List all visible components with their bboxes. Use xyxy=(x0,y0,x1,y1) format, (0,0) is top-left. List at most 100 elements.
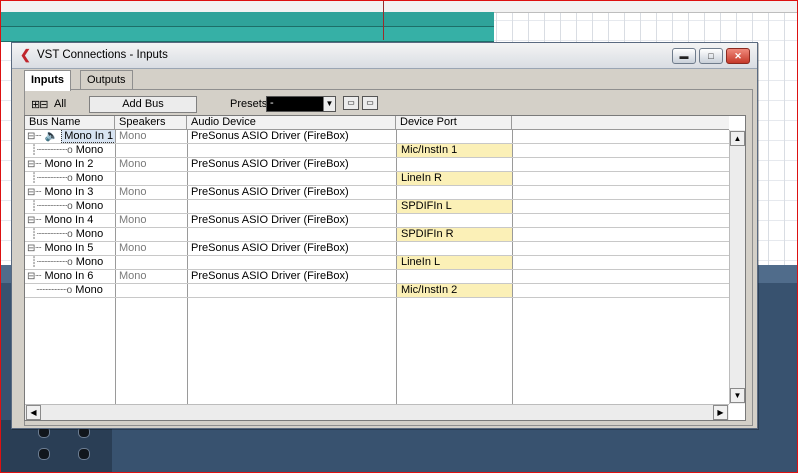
bus-name-cell[interactable]: ⊟┈ 🔈 Mono In 1 xyxy=(25,130,115,143)
table-row[interactable]: ┊┈┈┈┈┈o Mono LineIn L xyxy=(25,256,729,270)
speakers-cell[interactable]: Mono xyxy=(115,214,187,227)
collapse-icon[interactable]: ⊟┈ xyxy=(27,243,41,254)
bus-name-cell[interactable]: ⊟┈ Mono In 4 xyxy=(25,214,115,227)
speakers-cell[interactable]: Mono xyxy=(115,242,187,255)
vertical-scrollbar[interactable]: ▲ ▼ xyxy=(729,130,745,404)
bus-name[interactable]: Mono In 6 xyxy=(44,270,93,282)
add-bus-button[interactable]: Add Bus xyxy=(89,96,197,113)
table-row[interactable]: ⊟┈ Mono In 3 Mono PreSonus ASIO Driver (… xyxy=(25,186,729,200)
table-row[interactable]: ┈┈┈┈┈o Mono Mic/InstIn 2 xyxy=(25,284,729,298)
tab-outputs[interactable]: Outputs xyxy=(80,70,133,89)
device-port-cell[interactable]: SPDIFIn R xyxy=(397,228,512,241)
collapse-icon[interactable]: ⊟┈ xyxy=(27,187,41,198)
channel-cell: ┊┈┈┈┈┈o Mono xyxy=(25,144,115,157)
bus-name[interactable]: Mono In 2 xyxy=(44,158,93,170)
collapse-icon[interactable]: ⊟┈ xyxy=(27,159,41,170)
audio-device-cell[interactable]: PreSonus ASIO Driver (FireBox) xyxy=(187,130,396,143)
header-bus-name[interactable]: Bus Name xyxy=(25,116,115,129)
tree-branch: ┊┈┈┈┈┈o xyxy=(31,257,73,268)
presets-select[interactable]: - ▼ xyxy=(266,96,336,112)
table-row[interactable]: ⊟┈ Mono In 6 Mono PreSonus ASIO Driver (… xyxy=(25,270,729,284)
audio-device-cell[interactable]: PreSonus ASIO Driver (FireBox) xyxy=(187,158,396,171)
device-port-cell[interactable]: Mic/InstIn 2 xyxy=(397,284,512,297)
tree-branch: ┊┈┈┈┈┈o xyxy=(31,173,73,184)
window-title: VST Connections - Inputs xyxy=(37,49,168,61)
device-port-cell[interactable]: LineIn L xyxy=(397,256,512,269)
app-logo-icon: ❮ xyxy=(20,47,31,62)
bus-name[interactable]: Mono In 4 xyxy=(44,214,93,226)
table-row[interactable]: ⊟┈ Mono In 5 Mono PreSonus ASIO Driver (… xyxy=(25,242,729,256)
presets-value: - xyxy=(270,97,274,109)
channel-label: Mono xyxy=(75,200,104,212)
device-port-cell[interactable]: SPDIFIn L xyxy=(397,200,512,213)
channel-label: Mono xyxy=(75,228,104,240)
maximize-button[interactable]: □ xyxy=(699,48,723,64)
collapse-icon[interactable]: ⊟┈ xyxy=(27,215,41,226)
speakers-cell[interactable]: Mono xyxy=(115,186,187,199)
bus-name-cell[interactable]: ⊟┈ Mono In 3 xyxy=(25,186,115,199)
device-port-cell[interactable]: LineIn R xyxy=(397,172,512,185)
scroll-right-icon[interactable]: ▶ xyxy=(713,405,728,420)
header-speakers[interactable]: Speakers xyxy=(115,116,187,129)
bus-name[interactable]: Mono In 5 xyxy=(44,242,93,254)
channel-cell: ┊┈┈┈┈┈o Mono xyxy=(25,256,115,269)
preset-save-icon[interactable]: ▭ xyxy=(343,96,359,110)
table-row[interactable]: ┊┈┈┈┈┈o Mono SPDIFIn L xyxy=(25,200,729,214)
tab-inputs[interactable]: Inputs xyxy=(24,70,71,91)
channel-label: Mono xyxy=(75,256,104,268)
audio-device-cell[interactable]: PreSonus ASIO Driver (FireBox) xyxy=(187,186,396,199)
table-row[interactable]: ⊟┈ Mono In 2 Mono PreSonus ASIO Driver (… xyxy=(25,158,729,172)
scroll-down-icon[interactable]: ▼ xyxy=(730,388,745,403)
table-row[interactable]: ⊟┈ 🔈 Mono In 1 Mono PreSonus ASIO Driver… xyxy=(25,130,729,144)
scroll-left-icon[interactable]: ◀ xyxy=(26,405,41,420)
device-port-cell[interactable]: Mic/InstIn 1 xyxy=(397,144,512,157)
bus-name[interactable]: Mono In 3 xyxy=(44,186,93,198)
audio-device-cell[interactable]: PreSonus ASIO Driver (FireBox) xyxy=(187,270,396,283)
channel-cell: ┈┈┈┈┈o Mono xyxy=(25,284,115,297)
table-row[interactable]: ⊟┈ Mono In 4 Mono PreSonus ASIO Driver (… xyxy=(25,214,729,228)
mixer-knob-icon[interactable] xyxy=(38,448,50,460)
expand-all-icon[interactable]: ⊞⊟ xyxy=(31,98,48,111)
speaker-icon: 🔈 xyxy=(44,130,59,142)
header-device-port[interactable]: Device Port xyxy=(396,116,512,129)
scroll-up-icon[interactable]: ▲ xyxy=(730,131,745,146)
bus-name[interactable]: Mono In 1 xyxy=(61,130,115,143)
toolbar: ⊞⊟ All Add Bus Presets - ▼ ▭ ▭ xyxy=(31,96,751,114)
speakers-cell[interactable]: Mono xyxy=(115,158,187,171)
table-header: Bus Name Speakers Audio Device Device Po… xyxy=(25,116,729,130)
mixer-knob-icon[interactable] xyxy=(78,448,90,460)
table-row[interactable]: ┊┈┈┈┈┈o Mono SPDIFIn R xyxy=(25,228,729,242)
audio-device-cell[interactable]: PreSonus ASIO Driver (FireBox) xyxy=(187,214,396,227)
connections-table: Bus Name Speakers Audio Device Device Po… xyxy=(24,115,746,421)
header-audio-device[interactable]: Audio Device xyxy=(187,116,396,129)
bus-name-cell[interactable]: ⊟┈ Mono In 6 xyxy=(25,270,115,283)
project-cursor xyxy=(383,0,384,40)
channel-cell: ┊┈┈┈┈┈o Mono xyxy=(25,200,115,213)
minimize-button[interactable]: ▬ xyxy=(672,48,696,64)
channel-cell: ┊┈┈┈┈┈o Mono xyxy=(25,172,115,185)
collapse-icon[interactable]: ⊟┈ xyxy=(27,131,41,142)
preset-load-icon[interactable]: ▭ xyxy=(362,96,378,110)
chevron-down-icon: ▼ xyxy=(323,97,335,111)
audio-event[interactable] xyxy=(0,27,494,42)
tree-branch: ┊┈┈┈┈┈o xyxy=(31,145,73,156)
audio-event[interactable] xyxy=(0,12,494,27)
bus-name-cell[interactable]: ⊟┈ Mono In 2 xyxy=(25,158,115,171)
presets-label: Presets xyxy=(230,98,268,110)
tree-branch: ┈┈┈┈┈o xyxy=(31,285,73,296)
close-button[interactable]: ✕ xyxy=(726,48,750,64)
channel-label: Mono xyxy=(75,284,103,296)
table-row[interactable]: ┊┈┈┈┈┈o Mono LineIn R xyxy=(25,172,729,186)
channel-cell: ┊┈┈┈┈┈o Mono xyxy=(25,228,115,241)
tree-branch: ┊┈┈┈┈┈o xyxy=(31,229,73,240)
speakers-cell[interactable]: Mono xyxy=(115,270,187,283)
audio-device-cell[interactable]: PreSonus ASIO Driver (FireBox) xyxy=(187,242,396,255)
collapse-icon[interactable]: ⊟┈ xyxy=(27,271,41,282)
channel-label: Mono xyxy=(75,144,104,156)
tree-branch: ┊┈┈┈┈┈o xyxy=(31,201,73,212)
table-row[interactable]: ┊┈┈┈┈┈o Mono Mic/InstIn 1 xyxy=(25,144,729,158)
horizontal-scrollbar[interactable]: ◀ ▶ xyxy=(25,404,729,420)
speakers-cell[interactable]: Mono xyxy=(115,130,187,143)
bus-name-cell[interactable]: ⊟┈ Mono In 5 xyxy=(25,242,115,255)
titlebar[interactable]: ❮ VST Connections - Inputs ▬ □ ✕ xyxy=(12,43,757,69)
